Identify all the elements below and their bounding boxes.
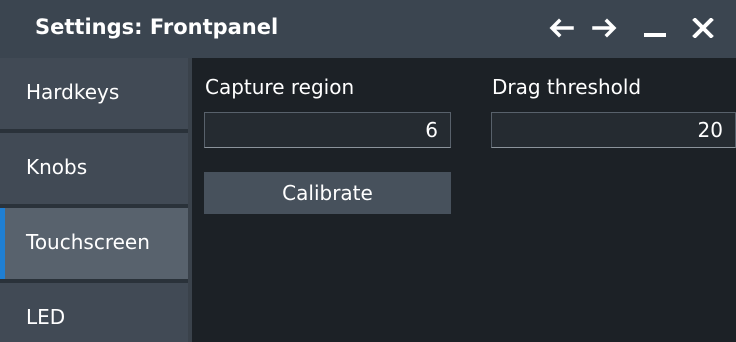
sidebar-item-label: Touchscreen xyxy=(26,230,150,254)
drag-threshold-label: Drag threshold xyxy=(492,75,642,99)
window-titlebar: Settings: Frontpanel xyxy=(0,0,736,58)
sidebar: Hardkeys Knobs Touchscreen LED xyxy=(0,58,188,342)
sidebar-item-touchscreen[interactable]: Touchscreen xyxy=(0,208,188,279)
back-arrow-icon[interactable] xyxy=(546,13,576,43)
sidebar-divider xyxy=(188,58,192,342)
close-icon[interactable] xyxy=(688,13,718,43)
capture-region-label: Capture region xyxy=(205,75,355,99)
capture-region-input[interactable]: 6 xyxy=(204,112,451,148)
sidebar-item-label: Knobs xyxy=(26,155,88,179)
sidebar-item-led[interactable]: LED xyxy=(0,283,188,342)
forward-arrow-icon[interactable] xyxy=(590,13,620,43)
calibrate-button[interactable]: Calibrate xyxy=(204,172,451,214)
sidebar-item-hardkeys[interactable]: Hardkeys xyxy=(0,58,188,129)
sidebar-item-label: Hardkeys xyxy=(26,80,120,104)
sidebar-item-knobs[interactable]: Knobs xyxy=(0,133,188,204)
minimize-icon[interactable] xyxy=(640,13,670,43)
drag-threshold-input[interactable]: 20 xyxy=(491,112,736,148)
window-title: Settings: Frontpanel xyxy=(35,15,279,39)
sidebar-item-label: LED xyxy=(26,305,66,329)
active-indicator xyxy=(0,208,5,279)
